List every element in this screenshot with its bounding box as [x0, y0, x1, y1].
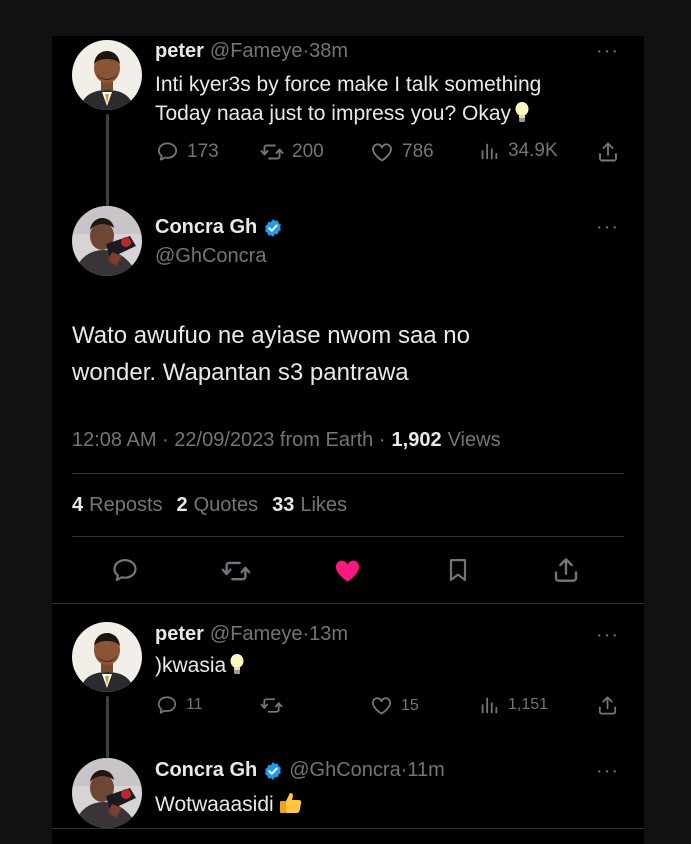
tweet-text: Wotwaaasidi: [155, 793, 274, 816]
reply-icon: [156, 694, 178, 716]
reposts-label: Reposts: [89, 494, 163, 516]
lightbulb-emoji: [230, 654, 244, 676]
verified-icon: [263, 761, 283, 781]
like-button[interactable]: 15: [370, 694, 419, 717]
like-icon: [370, 694, 393, 717]
repost-icon: [260, 694, 283, 717]
reposts-count: 4: [72, 494, 84, 516]
engagement-stats: 4 Reposts 2 Quotes 33 Likes: [72, 494, 347, 517]
like-button[interactable]: 786: [370, 140, 434, 164]
divider: [52, 828, 644, 829]
reply-button[interactable]: 173: [156, 140, 219, 163]
likes-label: Likes: [300, 494, 348, 516]
views-icon: [478, 140, 500, 162]
views-button[interactable]: 1,151: [478, 694, 548, 716]
repost-button[interactable]: 200: [260, 140, 324, 164]
tweet-thread: peter @Fameye · 38m ··· Inti kyer3s by f…: [52, 36, 644, 844]
share-button[interactable]: [551, 555, 581, 585]
bookmark-button[interactable]: [444, 556, 472, 584]
tweet-text-line: wonder. Wapantan s3 pantrawa: [72, 359, 409, 386]
author-handle[interactable]: @GhConcra: [155, 245, 266, 268]
quotes-count: 2: [176, 494, 188, 516]
main-author-name-row: Concra Gh: [155, 216, 283, 239]
more-icon[interactable]: ···: [596, 217, 619, 237]
reply2-header: Concra Gh @GhConcra · 11m: [155, 759, 445, 782]
timestamp[interactable]: 12:08 AM · 22/09/2023 from Earth ·: [72, 429, 386, 452]
views-count: 1,151: [508, 696, 549, 713]
like-button-active[interactable]: [332, 555, 363, 586]
share-icon: [596, 140, 620, 164]
reply-count: 11: [186, 696, 203, 713]
like-count: 786: [402, 141, 434, 162]
like-filled-icon: [332, 555, 363, 586]
main-tweet-text: Wato awufuo ne ayiase nwom saa no wonder…: [72, 317, 470, 391]
views-count: 34.9K: [508, 140, 558, 161]
avatar-concra[interactable]: [72, 758, 142, 828]
author-name[interactable]: peter: [155, 623, 204, 646]
views-label: Views: [447, 429, 501, 451]
reposts-stat[interactable]: 4 Reposts: [72, 494, 163, 517]
more-icon[interactable]: ···: [596, 761, 619, 781]
repost-icon: [260, 140, 284, 164]
quotes-label: Quotes: [193, 494, 259, 516]
tweet-text: )kwasia: [155, 654, 227, 677]
reply-button[interactable]: [111, 556, 139, 584]
tweet1-text: Inti kyer3s by force make I talk somethi…: [155, 70, 541, 128]
share-icon: [551, 555, 581, 585]
divider: [52, 603, 644, 604]
avatar-peter[interactable]: [72, 40, 142, 110]
thumbs-up-emoji: [278, 790, 304, 816]
avatar-peter[interactable]: [72, 622, 142, 692]
author-name[interactable]: peter: [155, 40, 204, 63]
reply1-text: )kwasia: [155, 654, 244, 678]
share-button[interactable]: [596, 140, 620, 164]
views-icon: [478, 694, 500, 716]
author-handle[interactable]: @Fameye: [210, 40, 303, 63]
reply-icon: [111, 556, 139, 584]
author-handle[interactable]: @Fameye: [210, 623, 303, 646]
tweet-time[interactable]: 38m: [309, 40, 348, 63]
tweet-meta: 12:08 AM · 22/09/2023 from Earth · 1,902…: [72, 429, 501, 452]
repost-icon: [221, 556, 251, 586]
avatar-concra[interactable]: [72, 206, 142, 276]
bookmark-icon: [444, 556, 472, 584]
repost-button[interactable]: [221, 556, 251, 586]
thread-line: [106, 696, 109, 758]
repost-button[interactable]: [260, 694, 283, 717]
likes-stat[interactable]: 33 Likes: [272, 494, 347, 517]
like-count: 15: [401, 696, 419, 714]
tweet-time[interactable]: 11m: [407, 759, 444, 782]
lightbulb-emoji: [515, 102, 529, 124]
reply1-header: peter @Fameye · 13m: [155, 623, 348, 646]
reply-icon: [156, 140, 179, 163]
like-icon: [370, 140, 394, 164]
separator-dot: ·: [302, 623, 310, 645]
likes-count: 33: [272, 494, 295, 516]
author-name[interactable]: Concra Gh: [155, 216, 257, 239]
verified-icon: [263, 218, 283, 238]
tweet-time[interactable]: 13m: [309, 623, 348, 646]
share-icon: [596, 694, 619, 717]
reply-count: 173: [187, 140, 219, 162]
author-name[interactable]: Concra Gh: [155, 759, 257, 782]
quotes-stat[interactable]: 2 Quotes: [177, 494, 259, 517]
views-count: 1,902: [391, 429, 442, 451]
more-icon[interactable]: ···: [596, 41, 619, 61]
views-button[interactable]: 34.9K: [478, 140, 558, 162]
more-icon[interactable]: ···: [596, 625, 619, 645]
reply2-text: Wotwaaasidi: [155, 790, 304, 817]
separator-dot: ·: [400, 759, 408, 781]
divider: [72, 536, 624, 537]
divider: [72, 473, 624, 474]
separator-dot: ·: [302, 40, 310, 62]
tweet1-header: peter @Fameye · 38m: [155, 40, 348, 63]
tweet-text-line: Inti kyer3s by force make I talk somethi…: [155, 73, 542, 96]
tweet-text-line: Wato awufuo ne ayiase nwom saa no: [72, 322, 471, 349]
tweet-text-line: Today naaa just to impress you? Okay: [155, 102, 512, 125]
reply-button[interactable]: 11: [156, 694, 203, 716]
share-button[interactable]: [596, 694, 619, 717]
author-handle[interactable]: @GhConcra: [289, 759, 400, 782]
repost-count: 200: [292, 141, 324, 162]
